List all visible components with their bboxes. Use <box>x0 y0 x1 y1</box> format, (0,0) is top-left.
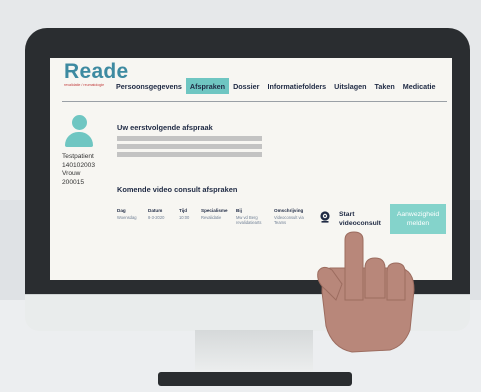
aanwezigheid-melden-button[interactable]: Aanwezigheid melden <box>390 204 446 234</box>
col-header-omschrijving: Omschrijving <box>274 208 304 213</box>
cell-bij-role: revalidatiearts <box>236 220 262 226</box>
patient-info: Testpatient 140102003 Vrouw 200015 <box>62 153 95 187</box>
nav-persoonsgegevens[interactable]: Persoonsgegevens <box>112 78 186 94</box>
patient-gender: Vrouw <box>62 170 81 178</box>
nav-dossier[interactable]: Dossier <box>229 78 263 94</box>
nav-divider <box>62 101 447 102</box>
nav-medicatie[interactable]: Medicatie <box>399 78 440 94</box>
start-label-line2: videoconsult <box>339 219 381 227</box>
aanwezigheid-label-line1: Aanwezigheid <box>396 211 440 218</box>
patient-avatar-icon <box>65 115 93 149</box>
nav-uitslagen[interactable]: Uitslagen <box>330 78 370 94</box>
start-label-line1: Start <box>339 211 355 218</box>
appointment-placeholder-line <box>117 136 262 141</box>
appointment-placeholder-line <box>117 144 262 149</box>
col-header-bij: Bij <box>236 208 242 213</box>
nav-taken[interactable]: Taken <box>371 78 399 94</box>
nav-informatiefolders[interactable]: Informatiefolders <box>263 78 330 94</box>
cell-tijd: 10:00 <box>179 215 190 220</box>
monitor-base <box>158 372 352 386</box>
patient-portal-screen: Reade revalidatie / reumatologie Persoon… <box>50 58 452 280</box>
start-videoconsult-button[interactable]: Start videoconsult <box>339 211 381 228</box>
patient-id: 200015 <box>62 178 85 186</box>
cell-omschrijving-line2: Teams <box>274 220 287 226</box>
appointment-placeholder-line <box>117 152 262 157</box>
col-header-dag: Dag <box>117 208 126 213</box>
cell-dag: Woensdag <box>117 215 137 220</box>
monitor-stand <box>195 330 313 376</box>
nav-afspraken[interactable]: Afspraken <box>185 78 230 94</box>
patient-number: 140102003 <box>62 161 96 169</box>
cell-specialisme: Revalidatie <box>201 215 222 220</box>
webcam-icon[interactable] <box>319 211 331 223</box>
aanwezigheid-label-line2: melden <box>406 220 430 227</box>
patient-name: Testpatient <box>62 153 94 160</box>
col-header-specialisme: Specialisme <box>201 208 228 213</box>
cell-bij: Mw vd Berg revalidatiearts <box>236 215 261 225</box>
cell-datum: 8-3-2020 <box>148 215 165 220</box>
video-consults-title: Komende video consult afspraken <box>117 185 238 194</box>
monitor-chin <box>25 294 470 331</box>
next-appointment-title: Uw eerstvolgende afspraak <box>117 123 213 132</box>
cell-omschrijving: Videoconsult via Teams <box>274 215 304 225</box>
main-nav: Persoonsgegevens Afspraken Dossier Infor… <box>112 78 440 94</box>
col-header-tijd: Tijd <box>179 208 188 213</box>
col-header-datum: Datum <box>148 208 163 213</box>
